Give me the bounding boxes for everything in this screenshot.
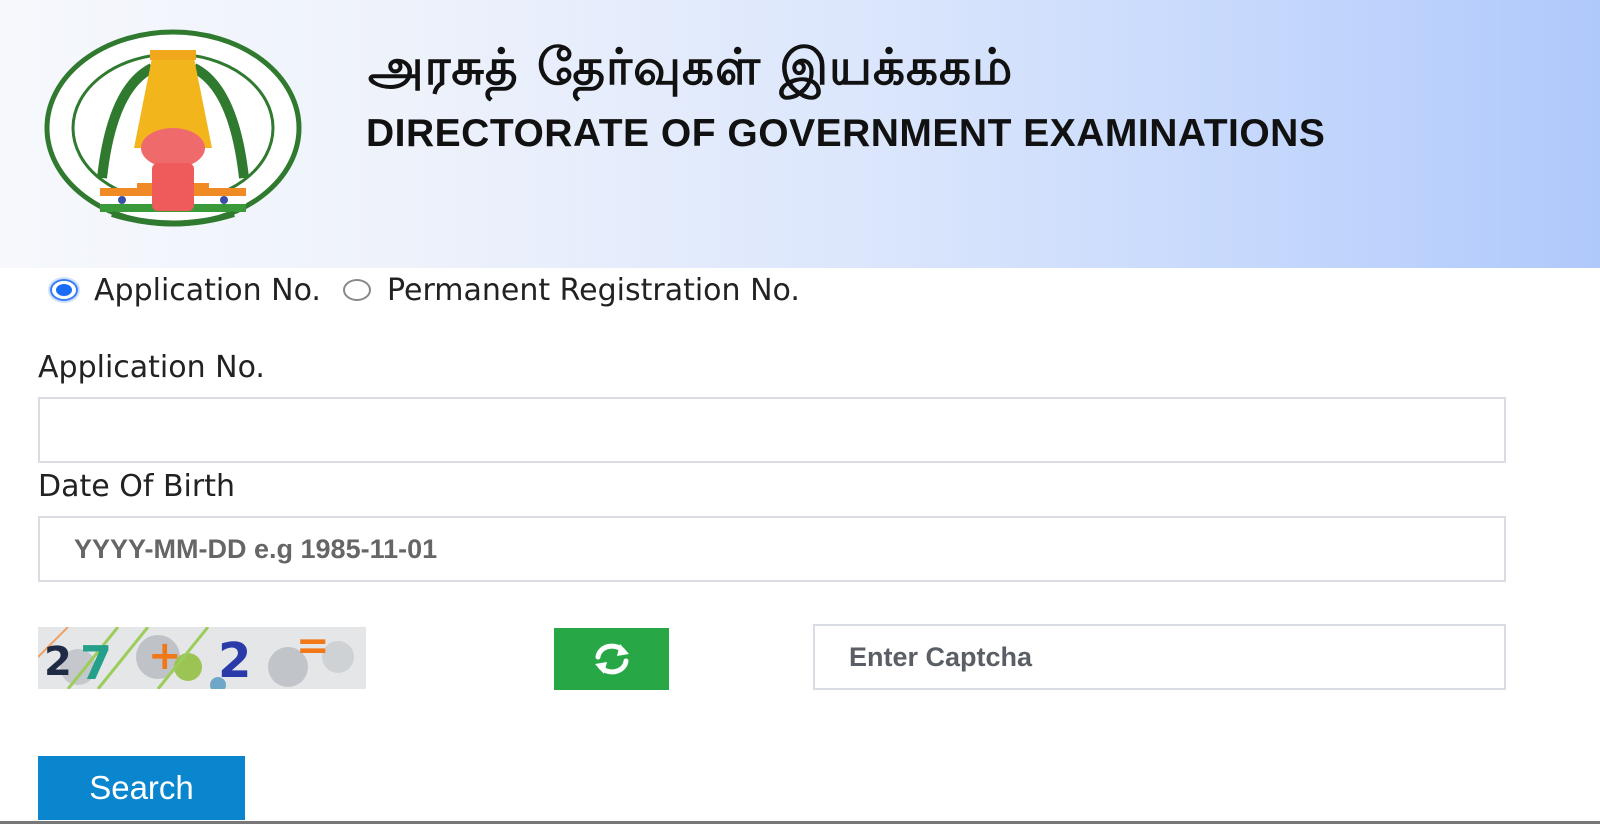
bottom-divider	[0, 821, 1600, 824]
svg-text:=: =	[296, 627, 330, 669]
captcha-input[interactable]	[813, 624, 1506, 690]
radio-permanent-registration-no-label[interactable]: Permanent Registration No.	[387, 273, 800, 308]
svg-text:7: 7	[80, 636, 112, 689]
site-header: அரசுத் தேர்வுகள் இயக்ககம் DIRECTORATE OF…	[0, 0, 1600, 268]
svg-text:+: +	[148, 633, 182, 679]
application-no-label: Application No.	[38, 350, 265, 385]
captcha-noise: 2 7 + 2 =	[38, 627, 366, 689]
search-button[interactable]: Search	[38, 756, 245, 820]
captcha-image: 2 7 + 2 =	[38, 627, 366, 689]
dob-input[interactable]	[38, 516, 1506, 582]
tamil-nadu-emblem-icon	[44, 29, 302, 227]
title-tamil: அரசுத் தேர்வுகள் இயக்ககம்	[368, 38, 1014, 96]
radio-application-no[interactable]	[50, 279, 78, 301]
search-type-radio-group: Application No. Permanent Registration N…	[50, 272, 822, 308]
radio-permanent-registration-no[interactable]	[342, 279, 371, 301]
radio-application-no-label[interactable]: Application No.	[94, 273, 321, 308]
svg-text:2: 2	[44, 639, 72, 685]
svg-text:2: 2	[218, 633, 251, 689]
title-english: DIRECTORATE OF GOVERNMENT EXAMINATIONS	[366, 112, 1326, 155]
application-no-input[interactable]	[38, 397, 1506, 463]
refresh-icon	[594, 643, 629, 675]
dob-label: Date Of Birth	[38, 469, 235, 504]
refresh-captcha-button[interactable]	[554, 628, 669, 690]
